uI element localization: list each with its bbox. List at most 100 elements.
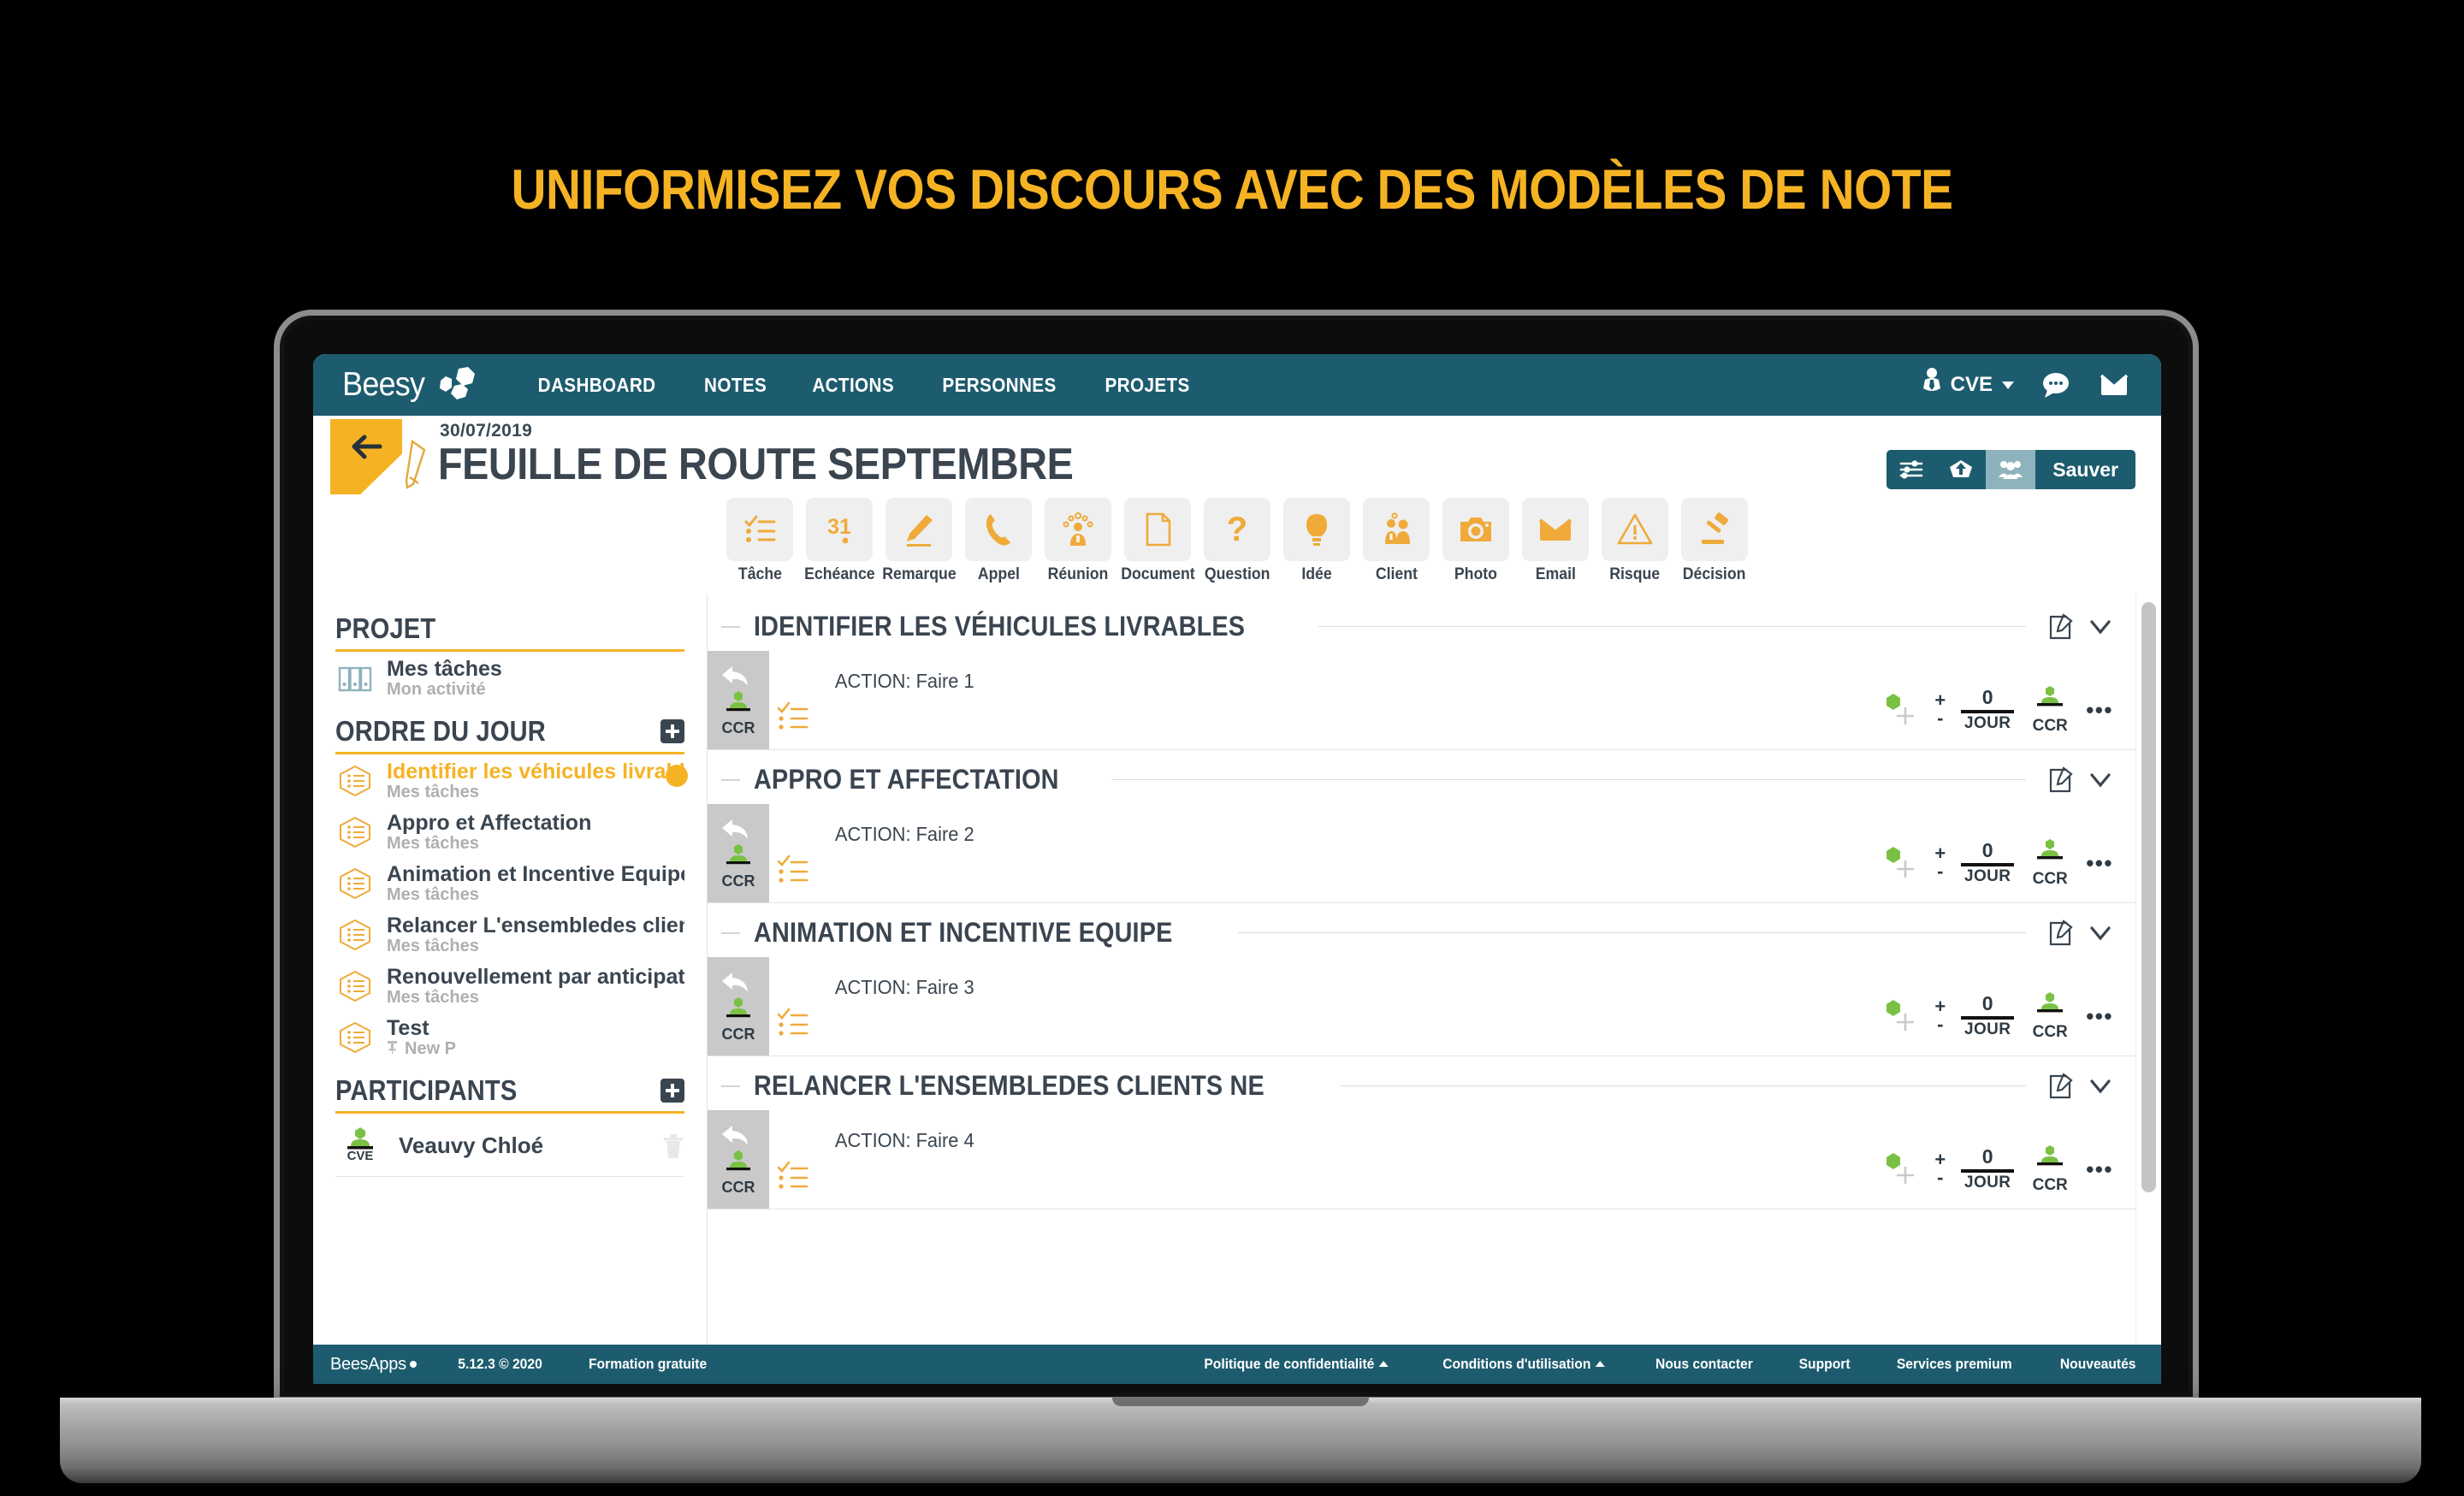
laptop-base bbox=[60, 1398, 2421, 1483]
type-item-document[interactable]: Document bbox=[1120, 498, 1195, 584]
add-person-icon[interactable] bbox=[1880, 690, 1919, 730]
gutter-owner-code: CCR bbox=[721, 1179, 755, 1196]
nav-link-notes[interactable]: NOTES bbox=[687, 367, 784, 404]
footer-link-conditions[interactable]: Conditions d'utilisation bbox=[1442, 1356, 1606, 1373]
type-item-remarque[interactable]: Remarque bbox=[882, 498, 956, 584]
stepper-minus[interactable]: - bbox=[1937, 1014, 1943, 1034]
group-rule bbox=[1340, 1085, 2026, 1086]
trash-icon[interactable] bbox=[662, 1133, 684, 1159]
add-person-icon[interactable] bbox=[1880, 843, 1919, 883]
type-item-risque[interactable]: Risque bbox=[1600, 498, 1670, 584]
sliders-icon[interactable] bbox=[1886, 450, 1937, 489]
type-item-client[interactable]: Client bbox=[1361, 498, 1431, 584]
add-participant-button[interactable] bbox=[660, 1079, 684, 1103]
owner-avatar[interactable]: CCR bbox=[2029, 684, 2070, 736]
question-mark-icon: ? bbox=[1204, 498, 1270, 561]
add-person-icon[interactable] bbox=[1880, 996, 1919, 1036]
sidebar-item-agenda-3[interactable]: Relancer L'ensembledes client Mes tâches bbox=[335, 908, 684, 960]
sidebar-item-texts: Renouvellement par anticipati Mes tâches bbox=[387, 965, 684, 1008]
type-item-decision[interactable]: Décision bbox=[1679, 498, 1750, 584]
nav-link-projets[interactable]: PROJETS bbox=[1088, 367, 1207, 404]
action-controls: + - 0 JOUR CCR ••• bbox=[1880, 1129, 2135, 1209]
footer-link-nouveautes[interactable]: Nouveautés bbox=[2059, 1356, 2135, 1373]
back-button[interactable] bbox=[330, 419, 402, 494]
brand-logo[interactable]: Beesy bbox=[339, 366, 478, 404]
action-row[interactable]: CCR ACTION: Faire 3 + - 0 JOUR CCR ••• bbox=[708, 957, 2135, 1056]
upload-icon[interactable] bbox=[1936, 450, 1987, 489]
footer-link-contact[interactable]: Nous contacter bbox=[1656, 1356, 1753, 1373]
ellipsis-icon[interactable]: ••• bbox=[2086, 1005, 2113, 1027]
add-person-icon[interactable] bbox=[1880, 1150, 1919, 1189]
sidebar-item-agenda-4[interactable]: Renouvellement par anticipati Mes tâches bbox=[335, 960, 684, 1011]
title-action-group: Sauver bbox=[1886, 450, 2135, 489]
edit-square-icon[interactable] bbox=[2045, 612, 2074, 642]
nav-link-actions[interactable]: ACTIONS bbox=[795, 367, 910, 404]
quantity-stepper[interactable]: + - bbox=[1934, 690, 1946, 728]
type-label: Document bbox=[1120, 565, 1195, 583]
type-item-idee[interactable]: Idée bbox=[1282, 498, 1352, 584]
type-item-tache[interactable]: Tâche bbox=[725, 498, 795, 584]
caret-up-icon bbox=[1595, 1361, 1606, 1367]
stepper-minus[interactable]: - bbox=[1937, 1168, 1943, 1187]
action-text: ACTION: Faire 3 bbox=[834, 976, 974, 998]
quantity-stepper[interactable]: + - bbox=[1934, 843, 1946, 881]
nav-link-personnes[interactable]: PERSONNES bbox=[926, 367, 1074, 404]
nav-link-dashboard[interactable]: DASHBOARD bbox=[521, 367, 672, 404]
footer-link-services-premium[interactable]: Services premium bbox=[1897, 1356, 2012, 1373]
duration-metric[interactable]: 0 JOUR bbox=[1961, 686, 2015, 733]
sidebar-item-subtitle: Mes tâches bbox=[387, 937, 479, 955]
save-button[interactable]: Sauver bbox=[2035, 450, 2135, 489]
sidebar-item-agenda-0[interactable]: Identifier les véhicules livrable Mes tâ… bbox=[335, 754, 688, 806]
user-menu[interactable]: CVE bbox=[1921, 367, 2014, 403]
sidebar-item-texts: Animation et Incentive Equipe Mes tâches bbox=[387, 862, 684, 905]
type-item-echeance[interactable]: 31 Echéance bbox=[804, 498, 874, 584]
type-item-question[interactable]: ? Question bbox=[1202, 498, 1272, 584]
type-item-photo[interactable]: Photo bbox=[1441, 498, 1511, 584]
participant-row[interactable]: CVE Veauvy Chloé bbox=[335, 1114, 684, 1177]
ellipsis-icon[interactable]: ••• bbox=[2086, 699, 2113, 721]
edit-square-icon[interactable] bbox=[2045, 919, 2074, 948]
quantity-stepper[interactable]: + - bbox=[1934, 996, 1946, 1034]
sidebar-item-mes-taches[interactable]: Mes tâches Mon activité bbox=[335, 652, 684, 703]
edit-square-icon[interactable] bbox=[2045, 1072, 2074, 1101]
type-item-reunion[interactable]: Réunion bbox=[1043, 498, 1113, 584]
quantity-stepper[interactable]: + - bbox=[1934, 1150, 1946, 1187]
owner-avatar[interactable]: CCR bbox=[2029, 837, 2070, 889]
chevron-down-icon[interactable] bbox=[2088, 1077, 2113, 1096]
stepper-minus[interactable]: - bbox=[1937, 708, 1943, 728]
duration-metric[interactable]: 0 JOUR bbox=[1961, 1145, 2015, 1192]
chat-bubble-icon[interactable] bbox=[2040, 371, 2072, 399]
action-row[interactable]: CCR ACTION: Faire 2 + - 0 JOUR CCR ••• bbox=[708, 804, 2135, 903]
footer-link-support[interactable]: Support bbox=[1799, 1356, 1851, 1373]
footer-link-formation[interactable]: Formation gratuite bbox=[589, 1356, 707, 1373]
owner-avatar[interactable]: CCR bbox=[2029, 990, 2070, 1042]
type-item-email[interactable]: Email bbox=[1520, 498, 1590, 584]
chevron-down-icon[interactable] bbox=[2088, 924, 2113, 943]
duration-metric[interactable]: 0 JOUR bbox=[1961, 839, 2015, 886]
ellipsis-icon[interactable]: ••• bbox=[2086, 1158, 2113, 1180]
group-header-0: IDENTIFIER LES VÉHICULES LIVRABLES bbox=[708, 597, 2135, 651]
people-group-icon[interactable] bbox=[1986, 450, 2036, 489]
reply-arrow-icon bbox=[719, 663, 753, 689]
sidebar-item-agenda-5[interactable]: Test New P bbox=[335, 1011, 684, 1062]
chevron-down-icon[interactable] bbox=[2088, 618, 2113, 636]
add-agenda-item-button[interactable] bbox=[660, 719, 684, 743]
footer-link-confidentialite[interactable]: Politique de confidentialité bbox=[1204, 1356, 1389, 1373]
action-row[interactable]: CCR ACTION: Faire 1 + - 0 JOUR CCR ••• bbox=[708, 651, 2135, 750]
sidebar-item-agenda-1[interactable]: Appro et Affectation Mes tâches bbox=[335, 806, 684, 857]
duration-metric[interactable]: 0 JOUR bbox=[1961, 992, 2015, 1039]
ellipsis-icon[interactable]: ••• bbox=[2086, 852, 2113, 874]
type-label: Réunion bbox=[1047, 565, 1109, 583]
user-green-icon bbox=[2029, 1144, 2070, 1175]
chevron-down-icon[interactable] bbox=[2088, 771, 2113, 789]
stepper-minus[interactable]: - bbox=[1937, 861, 1943, 881]
edit-square-icon[interactable] bbox=[2045, 766, 2074, 795]
action-row[interactable]: CCR ACTION: Faire 4 + - 0 JOUR CCR ••• bbox=[708, 1110, 2135, 1209]
owner-avatar[interactable]: CCR bbox=[2029, 1144, 2070, 1195]
scrollbar-thumb[interactable] bbox=[2141, 602, 2156, 1192]
envelope-icon[interactable] bbox=[2098, 371, 2130, 399]
vertical-scrollbar[interactable] bbox=[2135, 594, 2161, 1345]
participant-name: Veauvy Chloé bbox=[399, 1132, 544, 1158]
type-item-appel[interactable]: Appel bbox=[963, 498, 1034, 584]
sidebar-item-agenda-2[interactable]: Animation et Incentive Equipe Mes tâches bbox=[335, 857, 684, 908]
